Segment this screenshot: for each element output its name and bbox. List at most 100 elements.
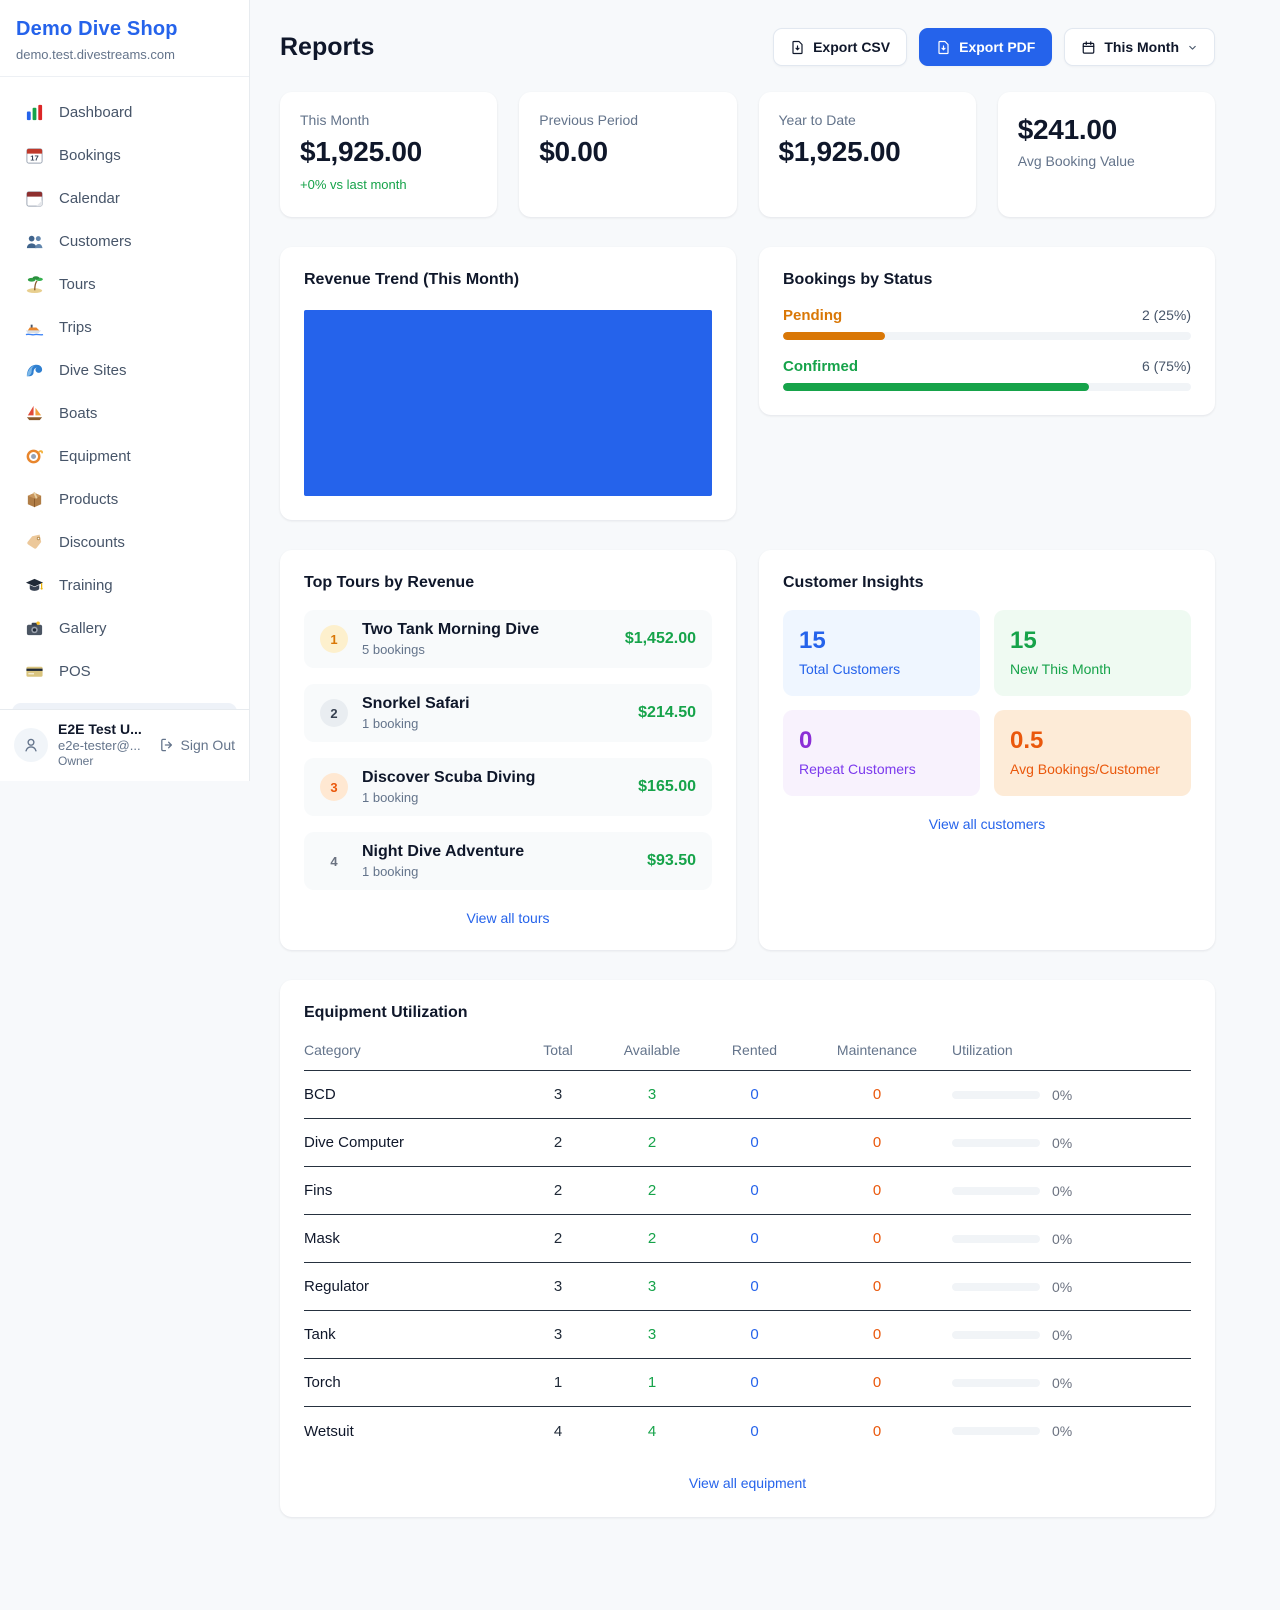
sidebar-item-label: Calendar [59,190,120,207]
cell-rented: 0 [707,1134,802,1151]
cell-total: 2 [519,1182,597,1199]
calendar-icon [25,189,44,208]
cell-utilization: 0% [952,1231,1191,1247]
chevron-down-icon [1187,42,1198,53]
table-row: Mask 2 2 0 0 0% [304,1215,1191,1263]
status-bar-fill [783,383,1089,391]
utilization-percent: 0% [1052,1087,1072,1103]
sidebar-item-label: Training [59,577,113,594]
utilization-bar-track [952,1379,1040,1387]
sidebar-item-label: Discounts [59,534,125,551]
cell-maintenance: 0 [802,1374,952,1391]
cell-available: 2 [597,1134,707,1151]
sidebar-item-calendar[interactable]: Calendar [0,177,249,220]
cell-utilization: 0% [952,1087,1191,1103]
cell-utilization: 0% [952,1183,1191,1199]
user-role: Owner [58,754,149,768]
sidebar-item-customers[interactable]: Customers [0,220,249,263]
view-all-equipment-link[interactable]: View all equipment [304,1475,1191,1491]
tile-repeat-customers: 0 Repeat Customers [783,710,980,796]
tour-row[interactable]: 1 Two Tank Morning Dive5 bookings $1,452… [304,610,712,668]
stat-value: $241.00 [1018,114,1195,146]
tour-amount: $214.50 [638,704,696,722]
cell-available: 3 [597,1326,707,1343]
cell-rented: 0 [707,1182,802,1199]
tile-label: New This Month [1010,661,1175,677]
table-row: Torch 1 1 0 0 0% [304,1359,1191,1407]
cell-available: 3 [597,1086,707,1103]
utilization-bar-track [952,1235,1040,1243]
tour-row[interactable]: 4 Night Dive Adventure1 booking $93.50 [304,832,712,890]
utilization-bar-track [952,1283,1040,1291]
tour-amount: $93.50 [647,852,696,870]
tour-list: 1 Two Tank Morning Dive5 bookings $1,452… [304,610,712,890]
sidebar-item-pos[interactable]: POS [0,650,249,693]
cell-rented: 0 [707,1374,802,1391]
customers-icon [25,232,44,251]
export-csv-button[interactable]: Export CSV [773,28,907,66]
export-pdf-label: Export PDF [959,39,1035,55]
sidebar-item-products[interactable]: Products [0,478,249,521]
col-available: Available [597,1042,707,1058]
tour-bookings: 1 booking [362,864,633,879]
tour-row[interactable]: 3 Discover Scuba Diving1 booking $165.00 [304,758,712,816]
sidebar-item-bookings[interactable]: 17 Bookings [0,134,249,177]
utilization-bar-track [952,1091,1040,1099]
user-name: E2E Test U... [58,721,149,737]
stat-label: Previous Period [539,112,716,128]
sidebar-item-discounts[interactable]: Discounts [0,521,249,564]
utilization-percent: 0% [1052,1423,1072,1439]
cell-utilization: 0% [952,1279,1191,1295]
sidebar-item-boats[interactable]: Boats [0,392,249,435]
cell-available: 2 [597,1230,707,1247]
cell-total: 4 [519,1423,597,1440]
tour-amount: $165.00 [638,778,696,796]
status-value: 2 (25%) [1142,307,1191,323]
tour-row[interactable]: 2 Snorkel Safari1 booking $214.50 [304,684,712,742]
cell-rented: 0 [707,1278,802,1295]
cell-category: Regulator [304,1278,519,1295]
cell-rented: 0 [707,1086,802,1103]
svg-text:17: 17 [30,154,38,163]
col-maintenance: Maintenance [802,1042,952,1058]
tile-avg-bookings-customer: 0.5 Avg Bookings/Customer [994,710,1191,796]
col-utilization: Utilization [952,1042,1191,1058]
sidebar-item-label: Trips [59,319,92,336]
stat-card-year-to-date: Year to Date $1,925.00 [759,92,976,217]
logout-icon [159,737,175,753]
cell-available: 2 [597,1182,707,1199]
view-all-customers-link[interactable]: View all customers [783,816,1191,832]
table-row: Regulator 3 3 0 0 0% [304,1263,1191,1311]
stat-value: $0.00 [539,136,716,168]
app-shell: Demo Dive Shop demo.test.divestreams.com… [0,0,1280,1562]
dashboard-icon [25,103,44,122]
rank-badge: 2 [320,699,348,727]
sidebar-item-gallery[interactable]: Gallery [0,607,249,650]
period-selector[interactable]: This Month [1064,28,1215,66]
sign-out-button[interactable]: Sign Out [159,737,235,753]
sidebar-item-dashboard[interactable]: Dashboard [0,91,249,134]
cell-utilization: 0% [952,1375,1191,1391]
avatar [14,728,48,762]
top-tours-title: Top Tours by Revenue [304,574,712,592]
sidebar-item-training[interactable]: Training [0,564,249,607]
sidebar-item-dive-sites[interactable]: Dive Sites [0,349,249,392]
user-email: e2e-tester@... [58,738,149,753]
file-download-icon [936,40,951,55]
cell-total: 3 [519,1278,597,1295]
view-all-tours-link[interactable]: View all tours [304,910,712,926]
sidebar-item-label: Boats [59,405,97,422]
tours-icon [25,275,44,294]
trips-icon [25,318,44,337]
sidebar-item-equipment[interactable]: Equipment [0,435,249,478]
export-pdf-button[interactable]: Export PDF [919,28,1052,66]
sidebar-item-label: Dashboard [59,104,132,121]
sidebar-item-trips[interactable]: Trips [0,306,249,349]
sign-out-label: Sign Out [181,737,235,753]
tile-value: 15 [1010,627,1175,655]
user-footer: E2E Test U... e2e-tester@... Owner Sign … [0,709,249,781]
sidebar-item-tours[interactable]: Tours [0,263,249,306]
equipment-icon [25,447,44,466]
tour-name: Discover Scuba Diving [362,769,535,786]
status-bar-fill [783,332,885,340]
